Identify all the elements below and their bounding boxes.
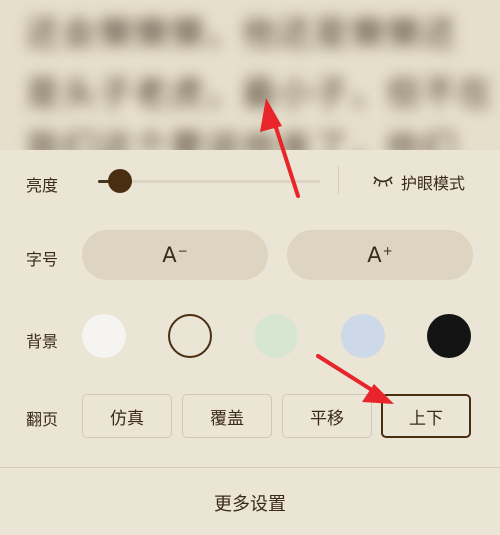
- font-size-label: 字号: [26, 250, 59, 269]
- font-decrease-button[interactable]: A −: [82, 230, 268, 280]
- page-turn-vertical-button[interactable]: 上下: [381, 394, 471, 438]
- page-turn-slide-button[interactable]: 平移: [282, 394, 372, 438]
- divider: [0, 467, 500, 468]
- reading-line: 我们这个要说他来了，他们: [26, 128, 458, 150]
- brightness-label: 亮度: [26, 176, 59, 195]
- eye-mode-label: 护眼模式: [401, 174, 466, 193]
- more-settings-button[interactable]: 更多设置: [0, 490, 500, 516]
- plus-icon: +: [382, 244, 393, 258]
- minus-icon: −: [177, 244, 188, 258]
- page-turn-cover-button[interactable]: 覆盖: [182, 394, 272, 438]
- font-increase-button[interactable]: A +: [287, 230, 473, 280]
- eye-protection-mode-button[interactable]: 护眼模式: [372, 170, 465, 194]
- reading-content: 还会懒懒懒，他还是懒懒还 是头子老虎，最小子，但不在 我们这个要说他来了，他们: [0, 0, 500, 150]
- reading-line: 还会懒懒懒，他还是懒懒还: [26, 14, 458, 54]
- background-swatch-black[interactable]: [427, 314, 471, 358]
- font-increase-label: A: [367, 243, 382, 267]
- font-decrease-label: A: [162, 243, 177, 267]
- page-turn-label: 翻页: [26, 410, 59, 429]
- background-swatch-beige[interactable]: [168, 314, 212, 358]
- eye-closed-icon: [372, 173, 394, 192]
- page-turn-simulation-button[interactable]: 仿真: [82, 394, 172, 438]
- brightness-slider-handle[interactable]: [108, 169, 133, 193]
- reading-line: 是头子老虎，最小子，但不在: [26, 74, 494, 114]
- reading-settings-panel: [0, 150, 500, 535]
- background-swatch-blue[interactable]: [341, 314, 385, 358]
- background-label: 背景: [26, 332, 59, 351]
- background-swatch-white[interactable]: [82, 314, 126, 358]
- divider: [338, 166, 339, 194]
- background-swatch-green[interactable]: [254, 314, 298, 358]
